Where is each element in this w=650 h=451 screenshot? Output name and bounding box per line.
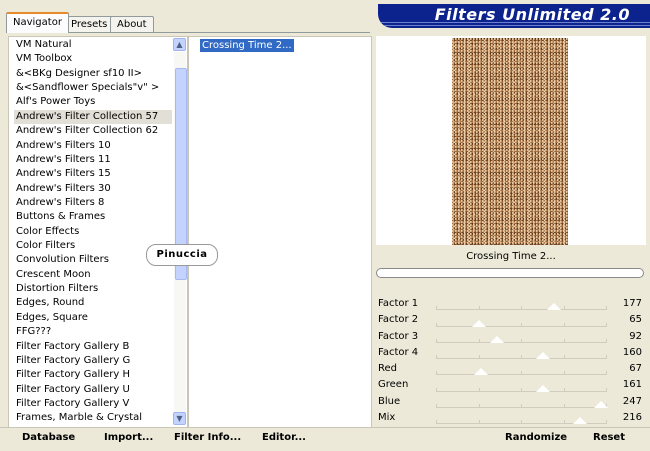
category-item[interactable]: Crescent Moon: [14, 268, 174, 282]
param-label: Factor 4: [378, 346, 419, 358]
scroll-track[interactable]: [174, 52, 187, 412]
param-label: Mix: [378, 412, 396, 424]
category-item[interactable]: Andrew's Filters 15: [14, 167, 174, 181]
tab-presets[interactable]: Presets: [64, 16, 115, 32]
category-item[interactable]: Frames, Marble & Crystal: [14, 411, 174, 425]
category-item[interactable]: Filter Factory Gallery U: [14, 383, 174, 397]
category-item[interactable]: Filter Factory Gallery B: [14, 340, 174, 354]
category-item[interactable]: Andrew's Filters 10: [14, 139, 174, 153]
param-label: Factor 1: [378, 298, 419, 309]
category-item[interactable]: VM Toolbox: [14, 52, 174, 66]
category-item[interactable]: Filter Factory Gallery H: [14, 368, 174, 382]
watermark-logo: Pinuccia: [146, 244, 218, 266]
param-slider-thumb[interactable]: [472, 319, 487, 327]
param-label: Factor 3: [378, 330, 419, 342]
param-value: 67: [629, 363, 642, 375]
parameter-sliders: Factor 1 177 Factor 2 65 Factor 3 92 Factor 4 1…: [376, 296, 646, 426]
category-item[interactable]: Andrew's Filter Collection 62: [14, 124, 174, 138]
filter-info-button[interactable]: Filter Info...: [174, 432, 241, 443]
param-label: Factor 2: [378, 314, 419, 326]
param-slider-thumb[interactable]: [535, 352, 550, 360]
param-slider-thumb[interactable]: [536, 384, 551, 392]
param-value: 160: [622, 346, 642, 358]
reset-button[interactable]: Reset: [593, 432, 625, 443]
param-value: 177: [622, 298, 642, 309]
category-item[interactable]: Edges, Square: [14, 311, 174, 325]
effects-list[interactable]: Crossing Time 2...: [188, 36, 372, 428]
param-row: Green 161: [376, 377, 646, 393]
param-value: 65: [629, 314, 642, 326]
category-item[interactable]: Andrew's Filters 30: [14, 182, 174, 196]
category-item[interactable]: VM Natural: [14, 38, 174, 52]
category-item[interactable]: Color Effects: [14, 225, 174, 239]
param-row: Factor 1 177: [376, 296, 646, 312]
param-value: 216: [622, 412, 642, 424]
category-item[interactable]: Filter Factory Gallery G: [14, 354, 174, 368]
slider-tick: [606, 371, 607, 376]
category-item[interactable]: Filter Factory Gallery V: [14, 397, 174, 411]
param-slider-track[interactable]: [436, 374, 606, 376]
param-row: Factor 4 160: [376, 345, 646, 361]
param-slider-thumb[interactable]: [593, 401, 608, 409]
slider-tick: [606, 306, 607, 311]
title-banner: Filters Unlimited 2.0: [378, 4, 650, 28]
param-slider-track[interactable]: [436, 341, 606, 343]
param-slider-track[interactable]: [436, 325, 606, 327]
slider-tick: [606, 420, 607, 425]
param-row: Factor 3 92: [376, 329, 646, 345]
param-slider-track[interactable]: [436, 358, 606, 360]
category-item[interactable]: Edges, Round: [14, 296, 174, 310]
category-item[interactable]: Buttons & Frames: [14, 210, 174, 224]
category-item[interactable]: &<BKg Designer sf10 II>: [14, 67, 174, 81]
progress-bar: [376, 268, 644, 278]
param-row: Factor 2 65: [376, 312, 646, 328]
scroll-down-icon[interactable]: ▼: [173, 412, 186, 425]
slider-tick: [606, 338, 607, 343]
divider: [0, 427, 650, 428]
effect-item-selected[interactable]: Crossing Time 2...: [200, 39, 294, 52]
tab-navigator[interactable]: Navigator: [6, 12, 69, 33]
banner-title: Filters Unlimited 2.0: [434, 5, 630, 24]
slider-tick: [606, 387, 607, 392]
scroll-up-icon[interactable]: ▲: [173, 38, 186, 51]
category-items: VM Natural VM Toolbox &<BKg Designer sf10 …: [14, 38, 174, 426]
param-slider-thumb[interactable]: [547, 303, 561, 311]
slider-tick: [606, 355, 607, 360]
category-item[interactable]: FFG???: [14, 325, 174, 339]
param-row: Red 67: [376, 361, 646, 377]
import-button[interactable]: Import...: [104, 432, 153, 443]
param-row: Blue 247: [376, 394, 646, 410]
editor-button[interactable]: Editor...: [262, 432, 306, 443]
category-item[interactable]: Andrew's Filters 8: [14, 196, 174, 210]
param-value: 161: [622, 379, 642, 391]
category-item[interactable]: Andrew's Filters 11: [14, 153, 174, 167]
param-slider-track[interactable]: [436, 390, 606, 392]
param-value: 247: [622, 395, 642, 407]
param-slider-track[interactable]: [436, 309, 606, 311]
param-label: Green: [378, 379, 409, 391]
randomize-button[interactable]: Randomize: [505, 432, 567, 443]
param-row: Mix 216: [376, 410, 646, 426]
category-item[interactable]: Andrew's Filter Collection 57: [14, 109, 174, 125]
slider-tick: [606, 322, 607, 327]
param-label: Red: [378, 363, 397, 375]
category-list[interactable]: VM Natural VM Toolbox &<BKg Designer sf10 …: [8, 36, 188, 428]
category-item[interactable]: Alf's Power Toys: [14, 95, 174, 109]
param-slider-thumb[interactable]: [490, 335, 505, 343]
tab-about[interactable]: About: [110, 16, 154, 32]
param-label: Blue: [378, 395, 401, 407]
category-item[interactable]: Distortion Filters: [14, 282, 174, 296]
database-button[interactable]: Database: [22, 432, 75, 443]
preview-filter-name: Crossing Time 2...: [466, 251, 556, 262]
preview-image: [452, 38, 568, 245]
category-scrollbar[interactable]: ▲ ▼: [172, 37, 187, 427]
param-value: 92: [629, 330, 642, 342]
category-item[interactable]: &<Sandflower Specials"v" >: [14, 81, 174, 95]
param-slider-thumb[interactable]: [473, 368, 488, 376]
preview-panel: [376, 36, 646, 245]
param-slider-thumb[interactable]: [573, 417, 587, 425]
param-slider-track[interactable]: [436, 407, 606, 409]
